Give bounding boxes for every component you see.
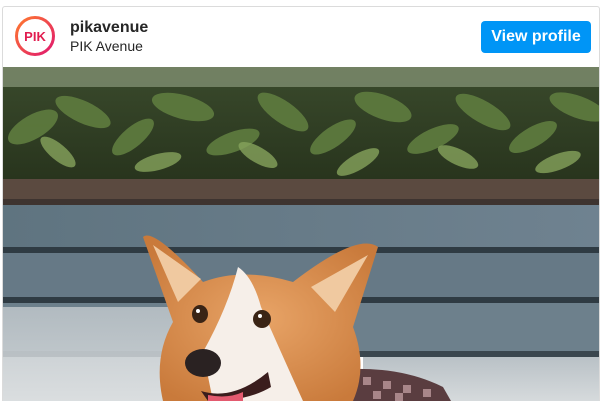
pik-avenue-logo-icon: PIK [15,16,55,56]
full-name: PIK Avenue [70,38,143,54]
avatar[interactable]: PIK [15,16,55,56]
post-image[interactable] [3,67,599,401]
post-header: PIK pikavenue PIK Avenue View profile [3,7,599,67]
username-link[interactable]: pikavenue [70,20,148,36]
profile-names: pikavenue PIK Avenue [70,20,148,54]
corgi-photo [3,67,599,401]
avatar-text: PIK [24,29,46,44]
instagram-embed: PIK pikavenue PIK Avenue View profile [2,6,600,401]
view-profile-button[interactable]: View profile [481,21,591,53]
